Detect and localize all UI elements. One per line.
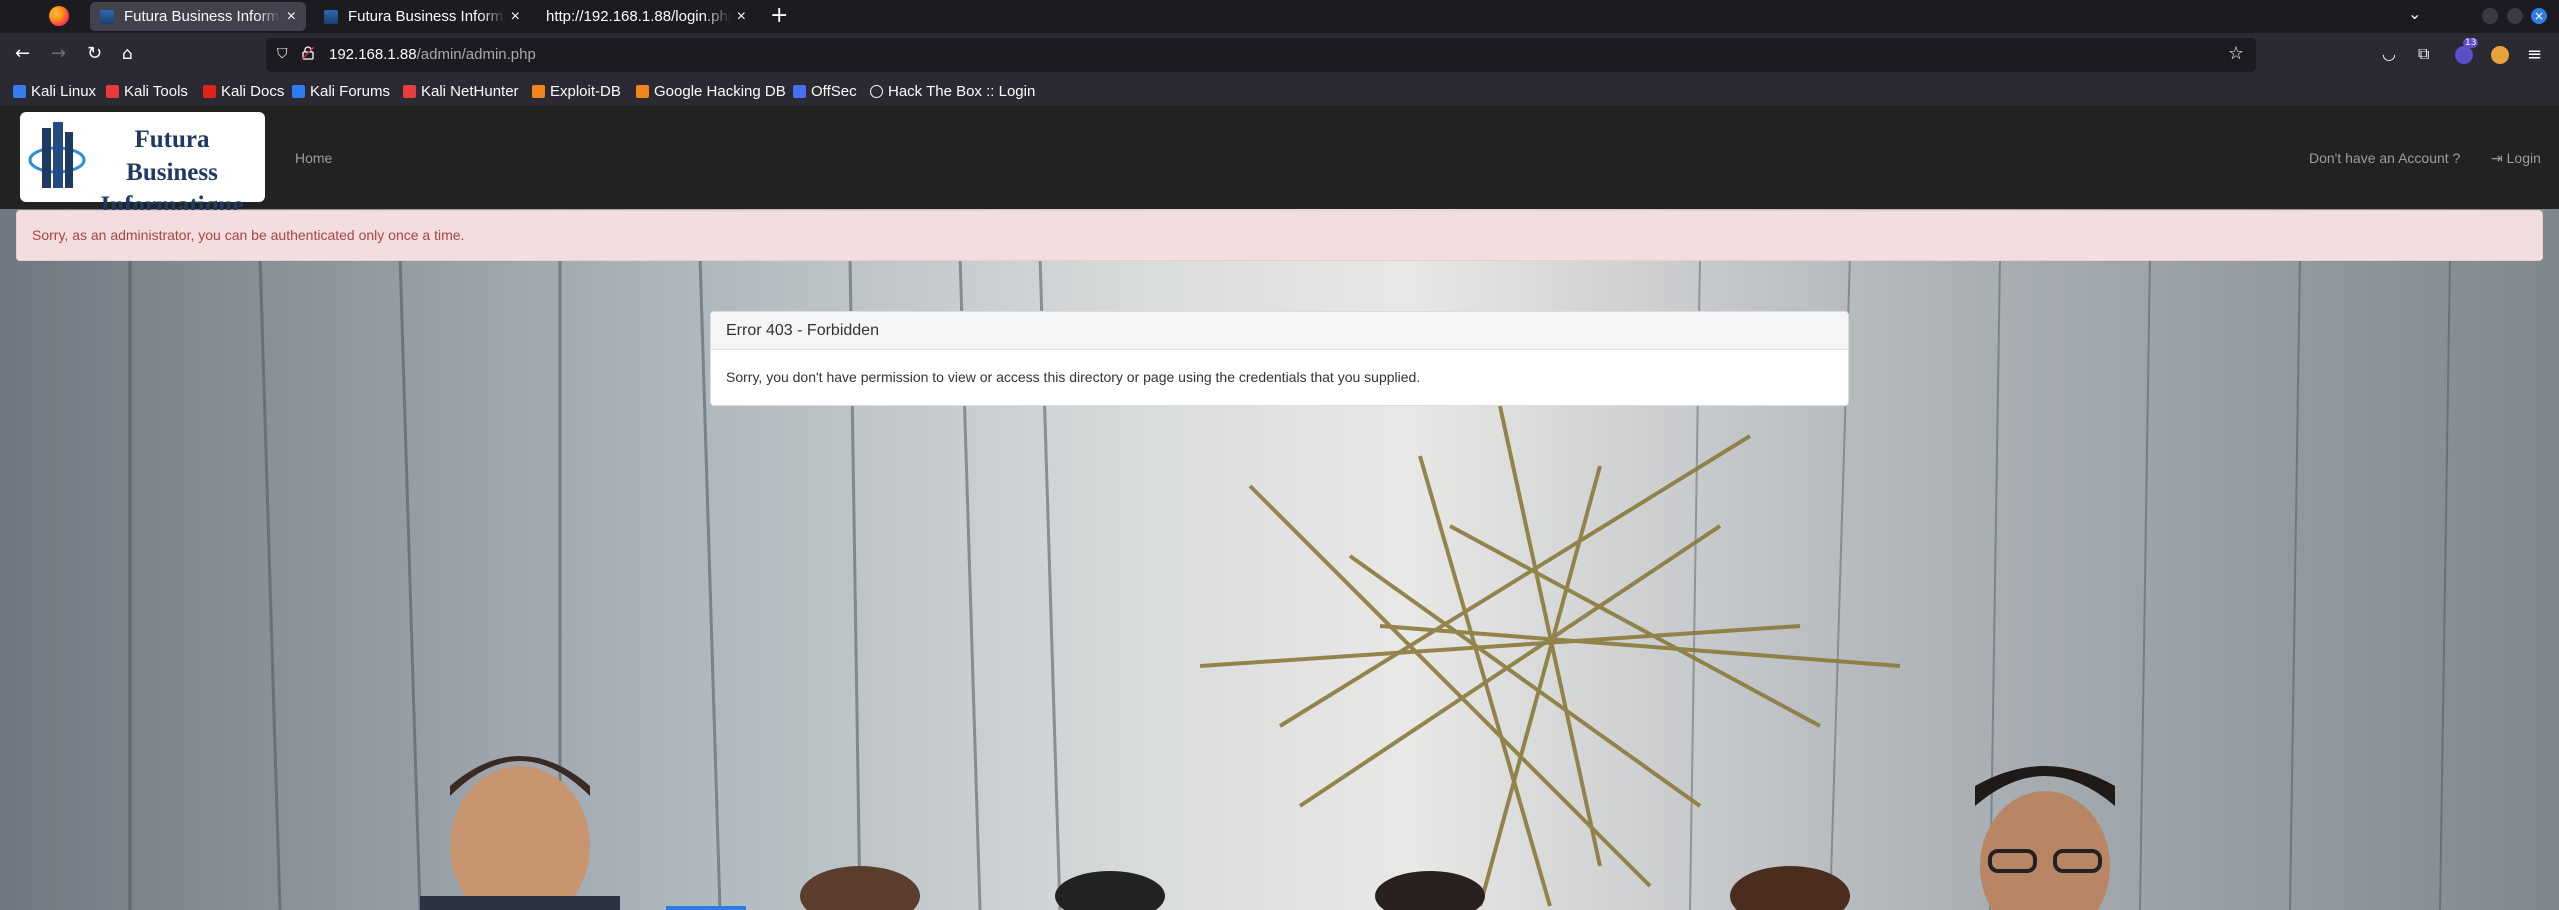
- bookmark-label: OffSec: [811, 83, 857, 100]
- web-page: Futura Business Informatique Home Don't …: [0, 106, 2559, 910]
- tab-futura-1[interactable]: Futura Business Informatique ×: [90, 2, 306, 31]
- tracking-shield-icon[interactable]: ⛉: [277, 46, 288, 62]
- tab-login[interactable]: http://192.168.1.88/login.php ×: [536, 2, 756, 31]
- bookmark-kali-forums[interactable]: Kali Forums: [292, 83, 390, 100]
- bookmark-label: Kali Docs: [221, 83, 285, 100]
- url-bar[interactable]: ⛉ 192.168.1.88/admin/admin.php ☆: [266, 38, 2256, 72]
- home-icon[interactable]: ⌂: [122, 43, 133, 65]
- error-panel-body: Sorry, you don't have permission to view…: [726, 369, 1421, 385]
- url-text[interactable]: 192.168.1.88/admin/admin.php: [329, 46, 536, 63]
- login-icon: ⇥: [2491, 150, 2503, 166]
- nav-login-label: Login: [2506, 150, 2541, 166]
- firefox-icon[interactable]: [49, 6, 69, 26]
- kali-forums-icon: [292, 85, 305, 98]
- new-tab-button[interactable]: +: [770, 3, 788, 28]
- tab-close-icon[interactable]: ×: [737, 8, 746, 26]
- account-avatar-icon[interactable]: [2491, 46, 2509, 64]
- reload-icon[interactable]: ↻: [87, 43, 102, 65]
- bookmark-label: Kali Linux: [31, 83, 97, 100]
- kali-docs-icon: [203, 85, 216, 98]
- browser-toolbar: ← → ↻ ⌂ ⛉ 192.168.1.88/admin/admin.php ☆…: [0, 33, 2559, 79]
- bookmark-kali-nethunter[interactable]: Kali NetHunter: [403, 83, 519, 100]
- error-panel-title: Error 403 - Forbidden: [711, 312, 1848, 350]
- futura-favicon-icon: [324, 9, 338, 24]
- window-close-button[interactable]: ×: [2531, 8, 2547, 24]
- tab-futura-2[interactable]: Futura Business Informatique ×: [314, 2, 530, 31]
- bookmark-kali-linux[interactable]: Kali Linux: [13, 83, 96, 100]
- site-navbar: Futura Business Informatique Home Don't …: [0, 106, 2559, 219]
- extension-badge-icon[interactable]: 13: [2455, 38, 2479, 64]
- bookmark-label: Kali NetHunter: [421, 83, 519, 100]
- tab-close-icon[interactable]: ×: [511, 8, 520, 26]
- bookmark-kali-docs[interactable]: Kali Docs: [203, 83, 284, 100]
- bookmark-star-icon[interactable]: ☆: [2228, 43, 2244, 64]
- site-logo[interactable]: Futura Business Informatique: [20, 112, 265, 219]
- admin-alert: Sorry, as an administrator, you can be a…: [16, 210, 2543, 261]
- browser-tab-bar: Futura Business Informatique × Futura Bu…: [0, 0, 2559, 33]
- bookmark-label: Kali Forums: [310, 83, 391, 100]
- exploit-db-icon: [532, 85, 545, 98]
- bookmarks-toolbar: Kali Linux Kali Tools Kali Docs Kali For…: [0, 79, 2559, 106]
- tab-close-icon[interactable]: ×: [287, 8, 296, 26]
- nav-login-link[interactable]: ⇥ Login: [2491, 150, 2541, 167]
- back-icon[interactable]: ←: [15, 43, 30, 65]
- tab-title: Futura Business Informatique: [348, 8, 505, 25]
- minimize-button[interactable]: [2482, 8, 2498, 24]
- nethunter-icon: [403, 85, 416, 98]
- extension-badge-count: 13: [2463, 38, 2479, 48]
- nav-register-link[interactable]: Don't have an Account ?: [2309, 150, 2460, 166]
- nav-home-link[interactable]: Home: [295, 150, 332, 166]
- forward-icon[interactable]: →: [51, 43, 66, 65]
- globe-icon: [870, 85, 883, 98]
- futura-favicon-icon: [100, 9, 114, 24]
- pocket-icon[interactable]: ◡: [2382, 44, 2396, 63]
- extensions-icon[interactable]: ⧉: [2418, 44, 2429, 64]
- tab-title: Futura Business Informatique: [124, 8, 281, 25]
- building-logo-icon: [28, 122, 86, 188]
- error-panel: Error 403 - Forbidden Sorry, you don't h…: [710, 311, 1849, 406]
- tab-title: http://192.168.1.88/login.php: [546, 8, 731, 25]
- bookmark-kali-tools[interactable]: Kali Tools: [106, 83, 188, 100]
- url-path: /admin/admin.php: [416, 46, 536, 63]
- maximize-button[interactable]: [2507, 8, 2523, 24]
- insecure-lock-icon[interactable]: [302, 46, 314, 60]
- kali-icon: [13, 85, 26, 98]
- bookmark-label: Exploit-DB: [550, 83, 621, 100]
- menu-icon[interactable]: ≡: [2527, 44, 2542, 65]
- ghdb-icon: [636, 85, 649, 98]
- bookmark-label: Kali Tools: [124, 83, 188, 100]
- logo-text: Futura Business Informatique: [86, 123, 258, 222]
- offsec-icon: [793, 85, 806, 98]
- bookmark-exploit-db[interactable]: Exploit-DB: [532, 83, 621, 100]
- bookmark-label: Google Hacking DB: [654, 83, 786, 100]
- url-host: 192.168.1.88: [329, 46, 417, 63]
- bookmark-google-hacking-db[interactable]: Google Hacking DB: [636, 83, 786, 100]
- bookmark-hack-the-box[interactable]: Hack The Box :: Login: [870, 83, 1035, 100]
- bookmark-label: Hack The Box :: Login: [888, 83, 1036, 100]
- scroll-indicator: [666, 906, 746, 910]
- bookmark-offsec[interactable]: OffSec: [793, 83, 857, 100]
- list-all-tabs-icon[interactable]: ⌄: [2408, 4, 2421, 23]
- kali-tools-icon: [106, 85, 119, 98]
- logo-line-1: Futura Business: [126, 126, 218, 186]
